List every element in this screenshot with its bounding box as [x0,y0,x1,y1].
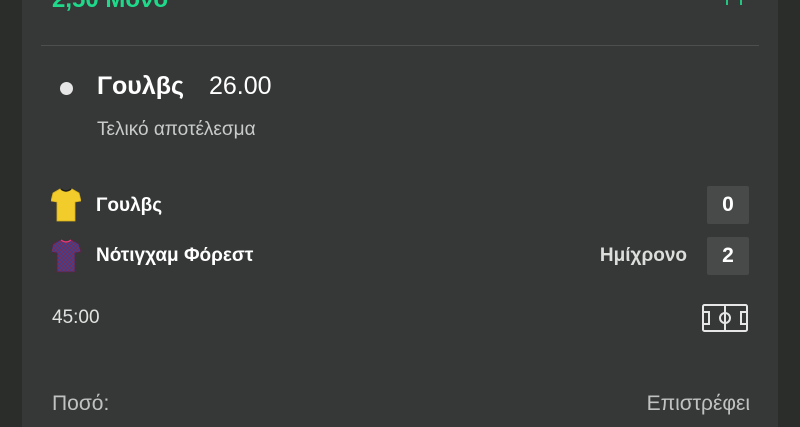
match-period: Ημίχρονο [599,245,687,266]
home-score: 0 [707,186,749,224]
bet-type-partial: 2,50 Μονο [52,0,168,14]
patterned-shirt-icon [51,239,81,273]
yellow-shirt-icon [51,188,81,222]
pitch-icon[interactable] [702,304,748,332]
match-clock: 45:00 [52,307,100,328]
divider [41,45,759,46]
expand-icon-partial[interactable]: ++ [720,0,748,14]
selection-name: Γουλβς [97,72,185,100]
away-team-name: Νότιγχαμ Φόρεστ [96,245,254,266]
selection-status-dot-icon [60,82,73,95]
market-name: Τελικό αποτέλεσμα [97,119,256,140]
stake-label: Ποσό: [52,392,110,415]
returns-label: Επιστρέφει [646,392,750,415]
away-score: 2 [707,237,749,275]
home-team-name: Γουλβς [96,195,163,216]
selection-odds: 26.00 [209,72,272,100]
